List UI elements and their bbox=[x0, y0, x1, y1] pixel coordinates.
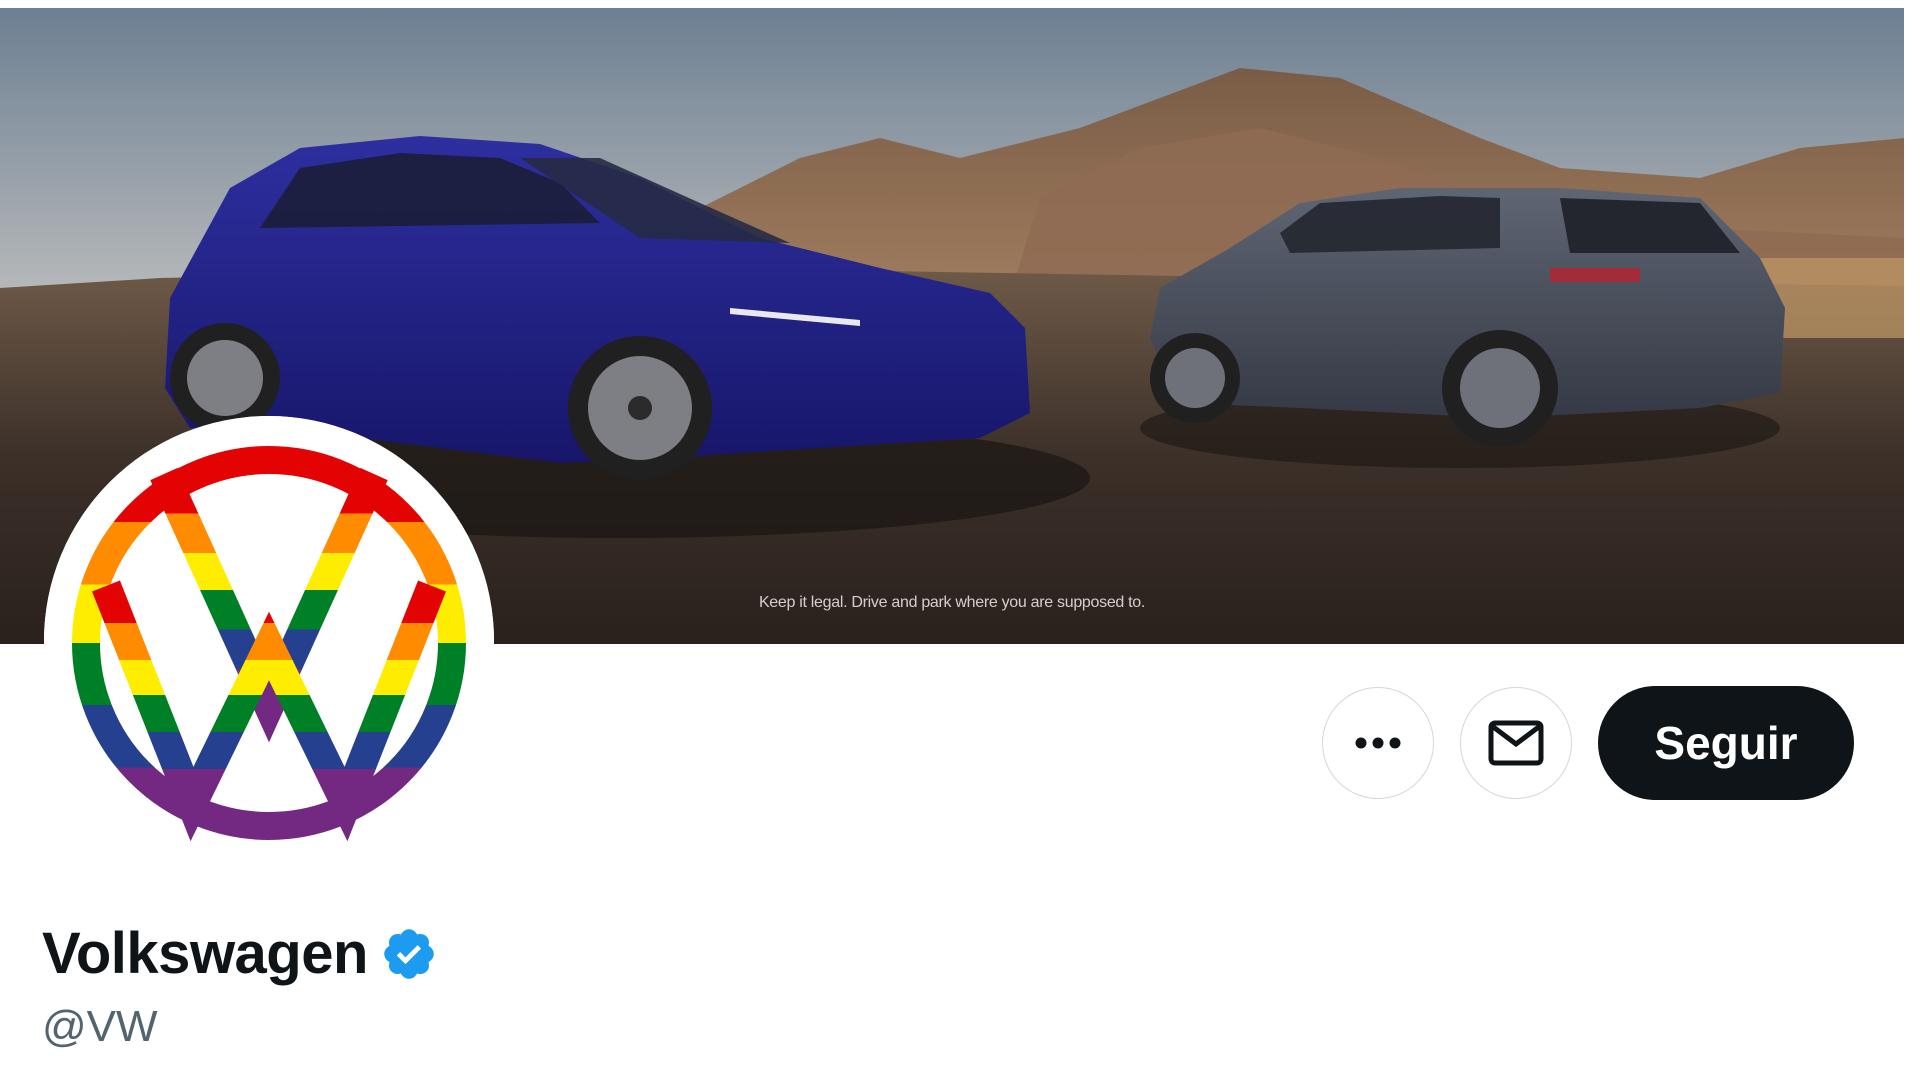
message-button[interactable] bbox=[1460, 687, 1572, 799]
profile-page: Keep it legal. Drive and park where you … bbox=[0, 0, 1920, 1080]
profile-handle: @VW bbox=[42, 1002, 158, 1051]
profile-avatar[interactable] bbox=[44, 416, 494, 866]
more-horizontal-icon bbox=[1355, 737, 1401, 749]
profile-name: Volkswagen bbox=[42, 921, 368, 986]
envelope-icon bbox=[1488, 720, 1544, 766]
follow-button[interactable]: Seguir bbox=[1598, 686, 1854, 800]
more-button[interactable] bbox=[1322, 687, 1434, 799]
profile-actions: Seguir bbox=[1322, 686, 1854, 800]
verified-badge-icon[interactable] bbox=[380, 925, 438, 983]
volkswagen-logo-rainbow bbox=[44, 416, 494, 866]
profile-name-row: Volkswagen bbox=[42, 920, 438, 987]
